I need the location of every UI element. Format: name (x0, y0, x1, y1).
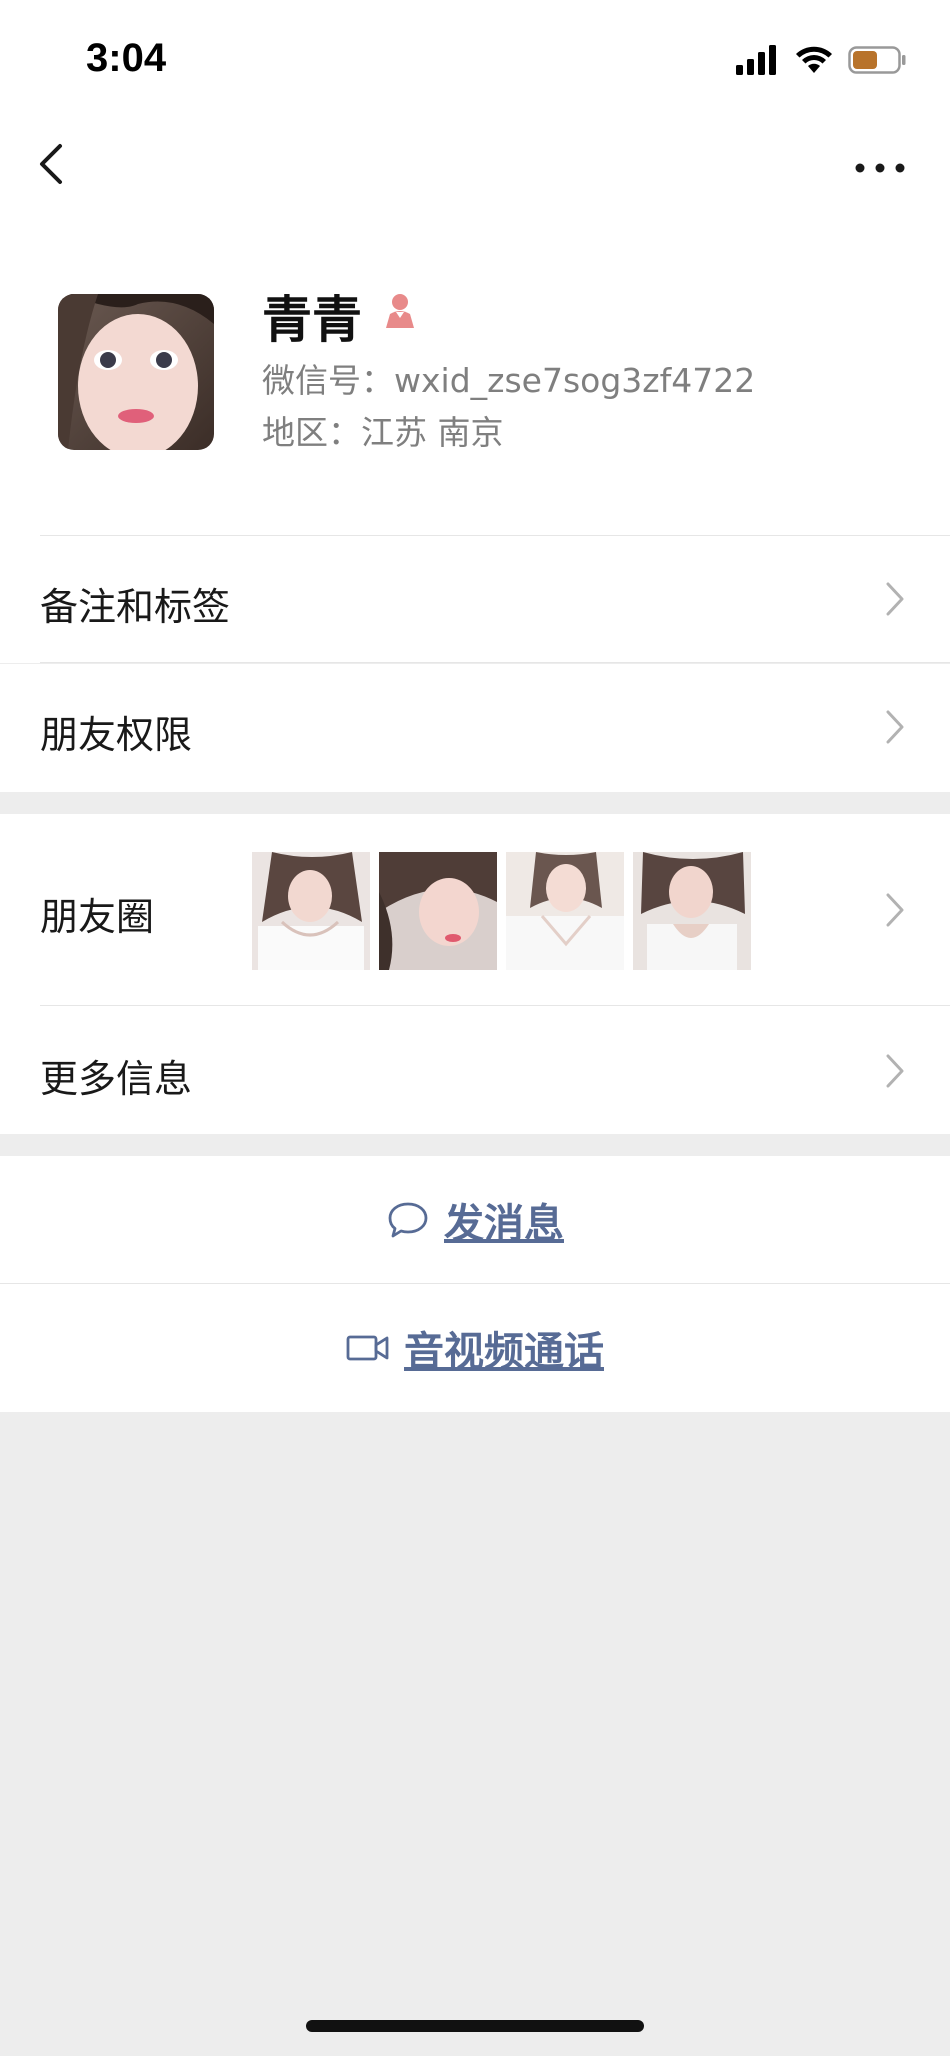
wifi-icon (796, 46, 832, 73)
row-friend-permissions[interactable]: 朋友权限 (0, 664, 950, 792)
video-call-button[interactable]: 音视频通话 (0, 1284, 950, 1412)
video-camera-icon (346, 1335, 389, 1361)
chevron-right-icon (886, 582, 904, 616)
chat-bubble-icon (388, 1202, 428, 1237)
status-bar: 3:04 (0, 0, 950, 118)
signal-icon (736, 45, 776, 75)
home-indicator[interactable] (306, 2020, 644, 2032)
moments-thumbnail (506, 852, 624, 970)
chevron-right-icon (886, 1054, 904, 1088)
chevron-right-icon (886, 893, 904, 927)
profile-name: 青青 (262, 291, 362, 349)
more-button[interactable] (850, 138, 910, 198)
moments-thumbnail (379, 852, 497, 970)
female-icon (386, 294, 414, 328)
battery-icon (848, 46, 906, 74)
profile-header: 青青 微信号：wxid_zse7sog3zf4722 地区：江苏 南京 (0, 218, 950, 536)
row-remarks-tags[interactable]: 备注和标签 (0, 536, 950, 663)
region: 地区：江苏 南京 (262, 413, 504, 452)
back-button[interactable] (30, 134, 90, 194)
row-label-moments: 朋友圈 (40, 895, 155, 939)
video-call-label: 音视频通话 (404, 1329, 604, 1375)
row-label-more-info: 更多信息 (40, 1057, 193, 1101)
nav-bar (0, 118, 950, 218)
send-message-label: 发消息 (444, 1200, 564, 1247)
avatar[interactable] (58, 294, 214, 450)
row-label-friend-permissions: 朋友权限 (40, 713, 193, 757)
chevron-right-icon (886, 710, 904, 744)
more-dots-icon (855, 163, 905, 173)
row-label-remarks-tags: 备注和标签 (40, 585, 231, 629)
status-time: 3:04 (86, 36, 167, 80)
wechat-id: 微信号：wxid_zse7sog3zf4722 (262, 361, 756, 400)
row-more-info[interactable]: 更多信息 (0, 1006, 950, 1134)
moments-thumbnails (252, 852, 751, 970)
divider (40, 662, 950, 663)
moments-thumbnail (252, 852, 370, 970)
moments-thumbnail (633, 852, 751, 970)
chevron-left-icon (40, 144, 62, 184)
status-icons (736, 40, 906, 80)
row-moments[interactable]: 朋友圈 (0, 814, 950, 1006)
send-message-button[interactable]: 发消息 (0, 1156, 950, 1283)
